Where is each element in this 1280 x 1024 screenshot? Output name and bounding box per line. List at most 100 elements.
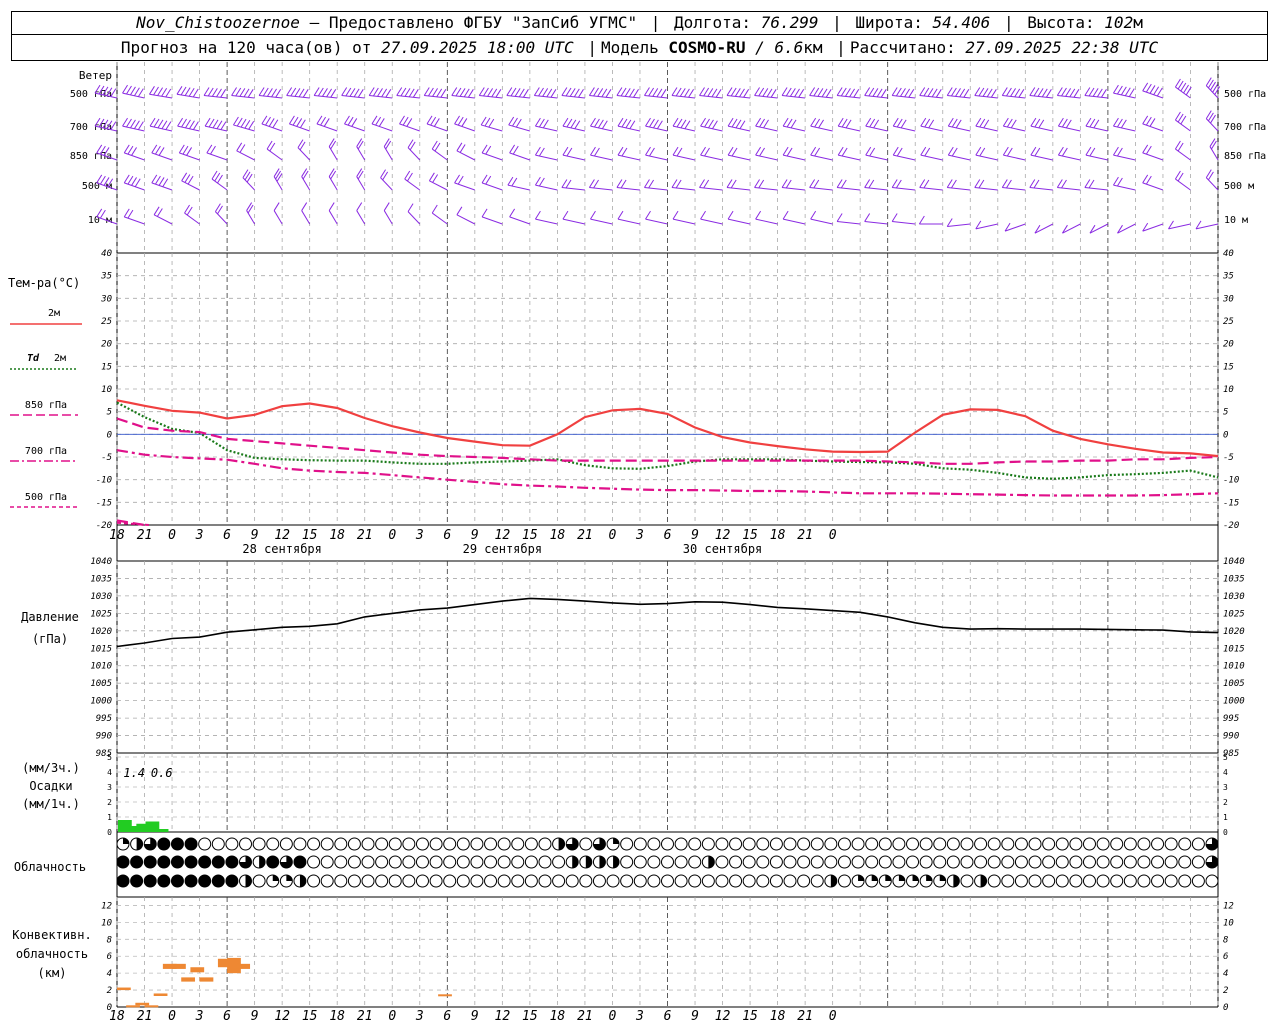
wind-barb-staff	[700, 154, 723, 161]
cloud-symbol-fill	[144, 875, 157, 887]
pressure-tick-label-left: 1000	[90, 697, 112, 707]
wind-barb-flag	[181, 172, 188, 182]
cloud-symbol	[620, 874, 634, 888]
precip-tick-label-left: 0	[107, 828, 112, 837]
wind-barb-flag	[597, 88, 604, 97]
wind-barb-flag	[151, 174, 158, 184]
cloud-symbol	[470, 837, 484, 851]
conv-tick-label-left: 0	[107, 1003, 112, 1013]
wind-barb-staff	[590, 154, 613, 161]
wind-barb-flag	[895, 87, 902, 97]
cloud-symbol	[1137, 837, 1151, 851]
wind-barb-staff	[149, 93, 173, 99]
cloud-symbol	[878, 855, 892, 869]
wind-barb-staff	[893, 154, 916, 161]
wind-barb-staff	[1084, 95, 1108, 99]
cloud-symbol	[429, 855, 443, 869]
pressure-tick-label-right: 1015	[1223, 644, 1245, 654]
wind-barb-flag	[1116, 147, 1123, 157]
wind-barb-flag	[656, 120, 663, 130]
time-tick-label: 18	[770, 528, 786, 543]
cloud-symbol	[824, 837, 838, 851]
wind-barb-flag	[131, 177, 137, 186]
cloud-symbol	[946, 855, 960, 869]
wind-barb-staff	[479, 95, 503, 99]
cloud-symbol	[320, 874, 334, 888]
wind-barb-flag	[814, 147, 821, 157]
conv-cloud-bar	[199, 977, 214, 982]
cloud-symbol	[375, 855, 389, 869]
precip-tick-label-right: 0	[1223, 828, 1228, 837]
time-tick-label: 21	[137, 528, 153, 543]
time-tick-label: 12	[495, 528, 511, 543]
wind-barb-flag	[978, 87, 985, 97]
wind-barb-flag	[423, 87, 430, 96]
cloud-symbol	[361, 855, 375, 869]
wind-barb-staff	[124, 216, 145, 225]
cloud-symbol	[470, 855, 484, 869]
cloud-symbol-fill	[198, 875, 211, 887]
wind-barb-staff	[1113, 184, 1136, 191]
wind-barb-flag	[951, 147, 958, 157]
cloud-symbol	[960, 874, 974, 888]
wind-barb-flag	[841, 118, 848, 128]
cloud-symbol	[1164, 837, 1178, 851]
temp-tick-label-right: 25	[1223, 317, 1234, 327]
time-tick-label-bottom: 0	[829, 1009, 837, 1024]
wind-barb-flag	[770, 89, 777, 98]
wind-barb-flag	[181, 118, 187, 128]
wind-barb-flag	[459, 144, 466, 153]
wind-barb-flag	[189, 120, 195, 130]
wind-barb-flag	[935, 89, 942, 98]
wind-barb-flag	[153, 86, 159, 96]
wind-barb-flag	[869, 118, 876, 128]
temp-tick-label-right: 20	[1223, 340, 1234, 350]
wind-barb-flag	[920, 146, 927, 156]
wind-barb-flag	[566, 118, 573, 128]
cloud-symbol	[524, 874, 538, 888]
wind-barb-flag	[617, 117, 624, 127]
time-tick-label: 0	[388, 528, 396, 543]
wind-barb-staff	[645, 218, 668, 225]
wind-barb-flag	[265, 116, 271, 126]
wind-barb-staff	[316, 123, 338, 132]
wind-barb-flag	[1092, 88, 1099, 97]
pressure-tick-label-left: 1005	[90, 679, 112, 689]
wind-barb-flag	[766, 88, 773, 98]
wind-barb-flag	[266, 88, 273, 97]
wind-barb-flag	[671, 179, 678, 188]
wind-barb-staff	[509, 152, 531, 161]
wind-barb-flag	[1033, 87, 1040, 97]
temp-tick-label-left: 25	[101, 317, 112, 327]
wind-barb-staff	[864, 95, 888, 99]
wind-barb-flag	[950, 179, 957, 189]
wind-barb-flag	[207, 87, 214, 97]
wind-barb-staff	[810, 154, 833, 161]
cloud-symbol	[1042, 874, 1056, 888]
cloud-symbol	[837, 855, 851, 869]
wind-barb-flag	[485, 145, 492, 155]
wind-barb-flag	[566, 147, 573, 157]
cloud-symbol	[688, 837, 702, 851]
cloud-symbol	[865, 837, 879, 851]
pressure-tick-label-right: 1030	[1223, 592, 1245, 602]
conv-tick-label-left: 8	[107, 935, 112, 945]
wind-barb-flag	[248, 121, 255, 130]
wind-level-label-right: 850 гПа	[1224, 151, 1266, 162]
cloud-symbol	[647, 874, 661, 888]
time-tick-label-bottom: 21	[137, 1009, 153, 1024]
wind-barb-flag	[624, 88, 631, 97]
wind-barb-flag	[1018, 89, 1025, 98]
wind-barb-flag	[1037, 88, 1044, 97]
cloud-symbol	[307, 855, 321, 869]
conv-cloud-bar	[144, 1005, 159, 1008]
wind-barb-flag	[660, 89, 667, 98]
wind-barb-flag	[184, 174, 191, 183]
wind-barb-staff	[1003, 154, 1026, 161]
cloud-symbol	[1191, 837, 1205, 851]
wind-barb-staff	[451, 95, 475, 99]
wind-barb-flag	[597, 119, 604, 129]
wind-barb-flag	[620, 87, 627, 97]
wind-barb-flag	[406, 118, 413, 127]
wind-barb-flag	[177, 117, 184, 127]
